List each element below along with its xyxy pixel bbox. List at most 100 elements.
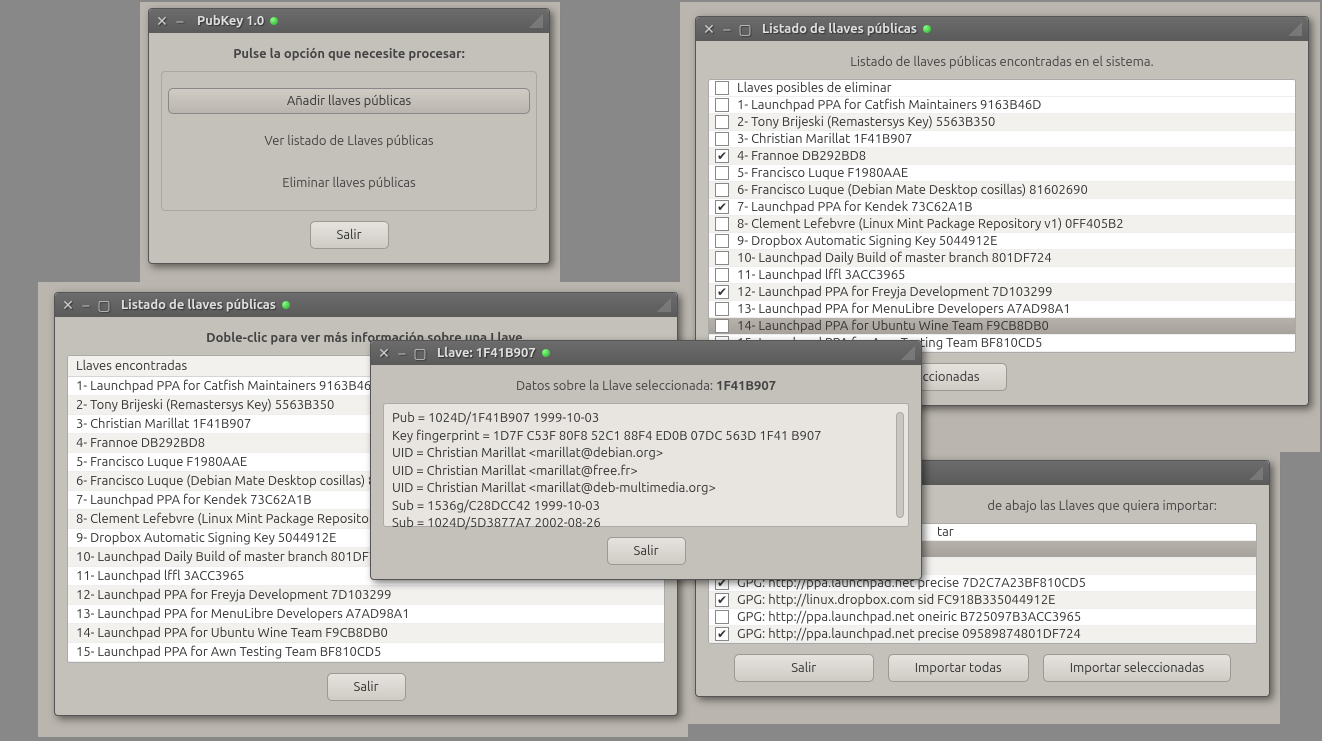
list-item-label: 5- Francisco Luque F1980AAE [737,166,908,180]
list-item-label: 3- Christian Marillat 1F41B907 [737,132,912,146]
status-dot-icon [542,349,550,357]
checkbox[interactable] [715,98,729,112]
checkbox[interactable]: ✔ [715,149,729,163]
checkbox[interactable] [715,302,729,316]
list-item-label: 1- Launchpad PPA for Catfish Maintainers… [737,98,1041,112]
close-icon[interactable]: ✕ [702,22,716,36]
window-title: Llave: 1F41B907 [437,346,536,360]
list-item[interactable]: 11- Launchpad lffl 3ACC3965 [709,267,1295,284]
list-item-label: 8- Clement Lefebvre (Linux Mint Package … [737,217,1124,231]
delete-keys-button[interactable]: Eliminar llaves públicas [168,162,530,204]
resize-icon[interactable] [1288,22,1302,36]
list-item[interactable]: 14- Launchpad PPA for Ubuntu Wine Team F… [709,318,1295,335]
list-item[interactable]: 2- Tony Brijeski (Remastersys Key) 5563B… [709,114,1295,131]
close-icon[interactable]: ✕ [61,298,75,312]
list-item-label: 10- Launchpad Daily Build of master bran… [737,251,1052,265]
list-item[interactable]: 8- Clement Lefebvre (Linux Mint Package … [709,216,1295,233]
list-item-label: GPG: http://ppa.launchpad.net precise 09… [737,627,1081,641]
delete-key-list[interactable]: Llaves posibles de eliminar 1- Launchpad… [708,79,1296,353]
detail-line: Key fingerprint = 1D7F C53F 80F8 52C1 88… [392,428,900,446]
list-item-label: GPG: http://ppa.launchpad.net oneiric B7… [737,610,1081,624]
detail-line: Sub = 1024D/5D3877A7 2002-08-26 [392,515,900,533]
close-icon[interactable]: ✕ [377,346,391,360]
status-dot-icon [282,301,290,309]
list-item[interactable]: ✔ 12- Launchpad PPA for Freyja Developmen… [709,284,1295,301]
prompt-label: Pulse la opción que necesite procesar: [161,47,537,61]
detail-line: UID = Christian Marillat <marillat@free.… [392,463,900,481]
detail-line: UID = Christian Marillat <marillat@debia… [392,445,900,463]
window-title: Listado de llaves públicas [121,298,276,312]
import-selected-button[interactable]: Importar seleccionadas [1043,654,1232,682]
minimize-icon[interactable]: – [395,346,409,360]
prompt-label: Datos sobre la Llave seleccionada: 1F41B… [383,379,909,393]
list-item[interactable]: 3- Christian Marillat 1F41B907 [709,131,1295,148]
window-title: PubKey 1.0 [197,14,264,28]
checkbox[interactable] [715,610,729,624]
checkbox[interactable] [715,251,729,265]
minimize-icon[interactable]: – [720,22,734,36]
resize-icon[interactable] [657,298,671,312]
titlebar-list[interactable]: ✕ – ▢ Listado de llaves públicas [55,293,677,317]
list-item-label: GPG: http://linux.dropbox.com sid FC918B… [737,593,1055,607]
list-item-label: 2- Tony Brijeski (Remastersys Key) 5563B… [737,115,995,129]
list-item-label: 12- Launchpad PPA for Freyja Development… [737,285,1052,299]
list-item[interactable]: 9- Dropbox Automatic Signing Key 5044912… [709,233,1295,250]
list-item[interactable]: ✔4- Frannoe DB292BD8 [709,148,1295,165]
exit-button[interactable]: Salir [327,673,406,701]
minimize-icon[interactable]: – [173,14,187,28]
list-item-label: 11- Launchpad lffl 3ACC3965 [737,268,905,282]
checkbox[interactable] [715,268,729,282]
detail-line: UID = Christian Marillat <marillat@deb-m… [392,480,900,498]
list-item[interactable]: 14- Launchpad PPA for Ubuntu Wine Team F… [68,624,664,643]
checkbox[interactable] [715,132,729,146]
detail-line: Sub = 1536g/C28DCC42 1999-10-03 [392,498,900,516]
checkbox[interactable]: ✔ [715,200,729,214]
import-all-button[interactable]: Importar todas [888,654,1029,682]
list-item[interactable]: 12- Launchpad PPA for Freyja Development… [68,586,664,605]
minimize-icon[interactable]: – [79,298,93,312]
maximize-icon[interactable]: ▢ [413,346,427,360]
detail-line: Pub = 1024D/1F41B907 1999-10-03 [392,410,900,428]
resize-icon[interactable] [1249,466,1263,480]
list-item[interactable]: 5- Francisco Luque F1980AAE [709,165,1295,182]
resize-icon[interactable] [529,14,543,28]
list-header: tar [937,525,954,539]
list-item[interactable]: 13- Launchpad PPA for MenuLibre Develope… [68,605,664,624]
view-keys-button[interactable]: Ver listado de Llaves públicas [168,120,530,162]
exit-button[interactable]: Salir [310,221,389,249]
maximize-icon[interactable]: ▢ [738,22,752,36]
titlebar-pubkey[interactable]: ✕ – PubKey 1.0 [149,9,549,33]
checkbox[interactable] [715,319,729,333]
list-item[interactable]: 1- Launchpad PPA for Catfish Maintainers… [709,97,1295,114]
exit-button[interactable]: Salir [734,654,874,682]
exit-button[interactable]: Salir [607,537,686,565]
list-item[interactable]: 13- Launchpad PPA for MenuLibre Develope… [709,301,1295,318]
list-item[interactable]: ✔ 7- Launchpad PPA for Kendek 73C62A1B [709,199,1295,216]
status-dot-icon [270,17,278,25]
list-item[interactable]: 6- Francisco Luque (Debian Mate Desktop … [709,182,1295,199]
checkbox[interactable] [715,115,729,129]
checkbox[interactable] [715,183,729,197]
checkbox[interactable] [715,234,729,248]
checkbox[interactable]: ✔ [715,285,729,299]
list-item[interactable]: ✔ GPG: http://ppa.launchpad.net precise 0… [709,626,1256,643]
list-item[interactable]: 15- Launchpad PPA for Awn Testing Team B… [68,643,664,662]
titlebar-delete[interactable]: ✕ – ▢ Listado de llaves públicas [696,17,1308,41]
add-keys-button[interactable]: Añadir llaves públicas [168,88,530,114]
titlebar-detail[interactable]: ✕ – ▢ Llave: 1F41B907 [371,341,921,365]
list-item[interactable]: GPG: http://ppa.launchpad.net oneiric B7… [709,609,1256,626]
list-item[interactable]: ✔ GPG: http://linux.dropbox.com sid FC918… [709,592,1256,609]
checkbox[interactable]: ✔ [715,593,729,607]
checkbox[interactable] [715,166,729,180]
list-item-label: 7- Launchpad PPA for Kendek 73C62A1B [737,200,972,214]
list-item-label: 6- Francisco Luque (Debian Mate Desktop … [737,183,1088,197]
list-item[interactable]: 10- Launchpad Daily Build of master bran… [709,250,1295,267]
checkbox-header [715,81,729,95]
maximize-icon[interactable]: ▢ [97,298,111,312]
checkbox[interactable] [715,217,729,231]
resize-icon[interactable] [901,346,915,360]
key-detail-text[interactable]: Pub = 1024D/1F41B907 1999-10-03 Key fing… [383,403,909,527]
close-icon[interactable]: ✕ [155,14,169,28]
checkbox[interactable]: ✔ [715,627,729,641]
scrollbar-thumb[interactable] [896,412,904,518]
